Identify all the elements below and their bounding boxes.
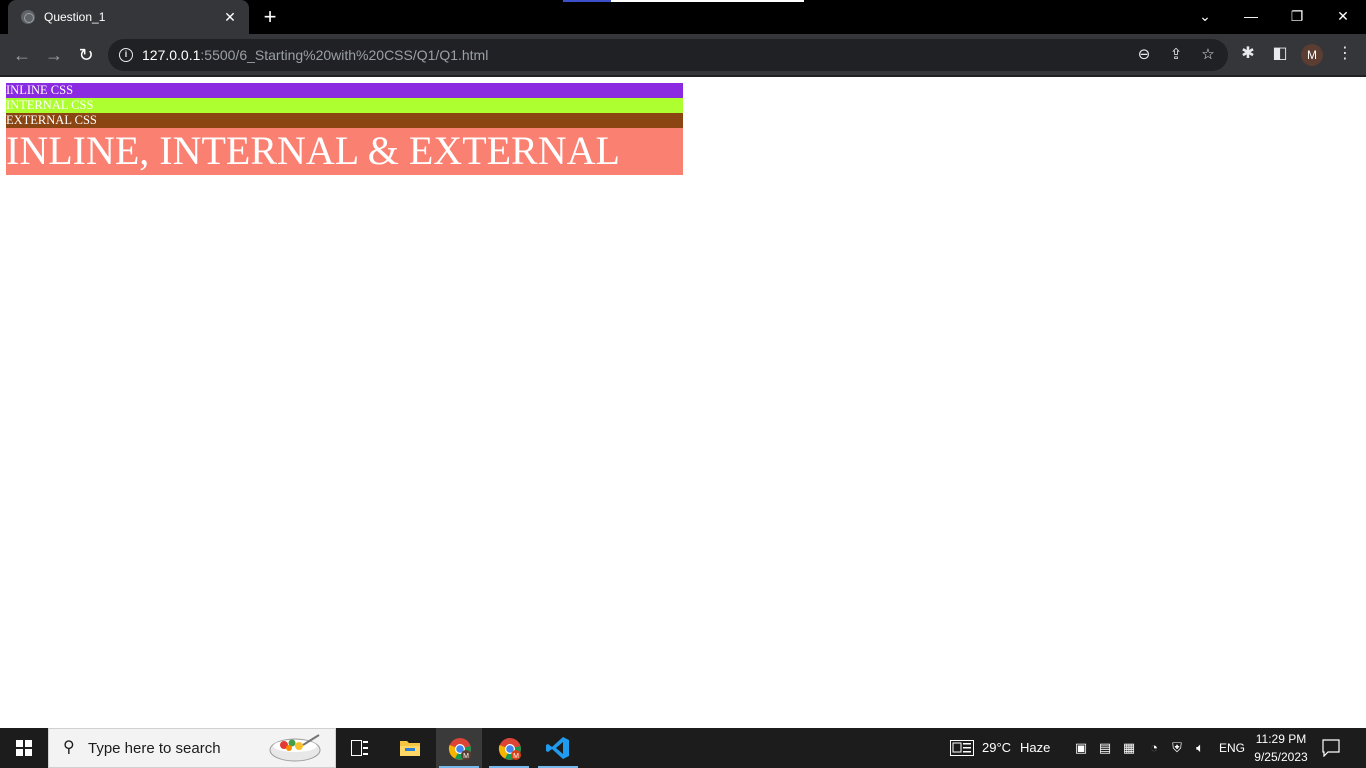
minimize-button[interactable]: — [1239,5,1263,27]
globe-icon [21,10,35,24]
reload-button[interactable]: ↻ [74,43,98,67]
weather-condition[interactable]: Haze [1020,740,1050,755]
site-info-icon[interactable]: i [119,48,133,62]
restore-button[interactable]: ❐ [1285,5,1309,27]
clock-time: 11:29 PM [1255,732,1307,746]
chrome-icon: M [498,738,521,760]
share-icon[interactable]: ⇪ [1167,46,1185,64]
search-icon: ⚲ [63,739,75,756]
profile-avatar[interactable]: M [1301,44,1323,66]
forward-button[interactable]: → [42,43,66,67]
weather-temperature[interactable]: 29°C [982,740,1011,755]
clock[interactable]: 11:29 PM 9/25/2023 [1252,730,1310,766]
back-button[interactable]: ← [10,43,34,67]
windows-taskbar: ⚲ Type here to search M M 29°C Haze ▣ ▤ … [0,728,1366,768]
search-highlight-bowl-icon [269,734,321,762]
wifi-icon[interactable]: ◔ [1146,740,1162,756]
folder-icon [400,741,420,756]
browser-tab-question-1[interactable]: Question_1 ✕ [8,0,249,34]
url-host: 127.0.0.1 [142,47,201,63]
meet-now-icon[interactable]: ▣ [1073,740,1089,756]
url-path: :5500/6_Starting%20with%20CSS/Q1/Q1.html [200,47,489,63]
close-tab-icon[interactable]: ✕ [221,8,239,26]
security-shield-icon[interactable]: ⛨ [1169,740,1185,756]
chrome-app-profile-1[interactable]: M [436,728,482,768]
window-drag-strip [563,0,804,2]
input-language[interactable]: ENG [1219,741,1245,755]
zoom-icon[interactable]: ⊖ [1135,46,1153,64]
notification-center-icon[interactable] [1322,739,1340,757]
chrome-icon: M [448,738,471,760]
volume-icon[interactable]: 🔈︎ [1192,740,1208,756]
svg-text:M: M [513,753,519,760]
start-button[interactable] [0,728,48,768]
weather-news-icon[interactable] [950,740,974,756]
task-view-icon [351,740,368,756]
tab-title: Question_1 [44,10,106,24]
combined-css-heading: INLINE, INTERNAL & EXTERNAL [6,128,683,175]
browser-toolbar: ← → ↻ i 127.0.0.1:5500/6_Starting%20with… [0,34,1366,76]
file-explorer-app[interactable] [387,728,433,768]
new-tab-button[interactable]: + [258,6,282,28]
inline-css-box: INLINE CSS [6,83,683,98]
tray-app-icon[interactable]: ▦ [1121,740,1137,756]
external-css-box: EXTERNAL CSS [6,113,683,128]
vscode-icon [546,737,569,759]
chrome-menu-icon[interactable]: ⋮ [1335,44,1355,64]
internal-css-box: INTERNAL CSS [6,98,683,113]
windows-logo-icon [16,740,32,756]
tab-search-button[interactable]: ⌄ [1193,5,1217,27]
task-view-button[interactable] [337,728,383,768]
clock-date: 9/25/2023 [1254,750,1308,764]
side-panel-icon[interactable]: ◧ [1270,44,1290,64]
page-content: INLINE CSS INTERNAL CSS EXTERNAL CSS INL… [0,77,1366,728]
search-placeholder: Type here to search [88,740,221,757]
browser-titlebar: Question_1 ✕ + ⌄ — ❐ ✕ [0,0,1366,34]
bookmark-star-icon[interactable]: ☆ [1199,46,1217,64]
extensions-puzzle-icon[interactable]: ✱ [1238,44,1258,64]
battery-saver-icon[interactable]: ▤ [1097,740,1113,756]
address-bar[interactable]: i 127.0.0.1:5500/6_Starting%20with%20CSS… [108,39,1228,71]
vscode-app[interactable] [535,728,581,768]
chrome-app-profile-2[interactable]: M [486,728,532,768]
close-window-button[interactable]: ✕ [1331,5,1355,27]
svg-text:M: M [463,753,469,760]
url-text[interactable]: 127.0.0.1:5500/6_Starting%20with%20CSS/Q… [142,47,488,63]
taskbar-search-box[interactable]: ⚲ Type here to search [48,728,336,768]
